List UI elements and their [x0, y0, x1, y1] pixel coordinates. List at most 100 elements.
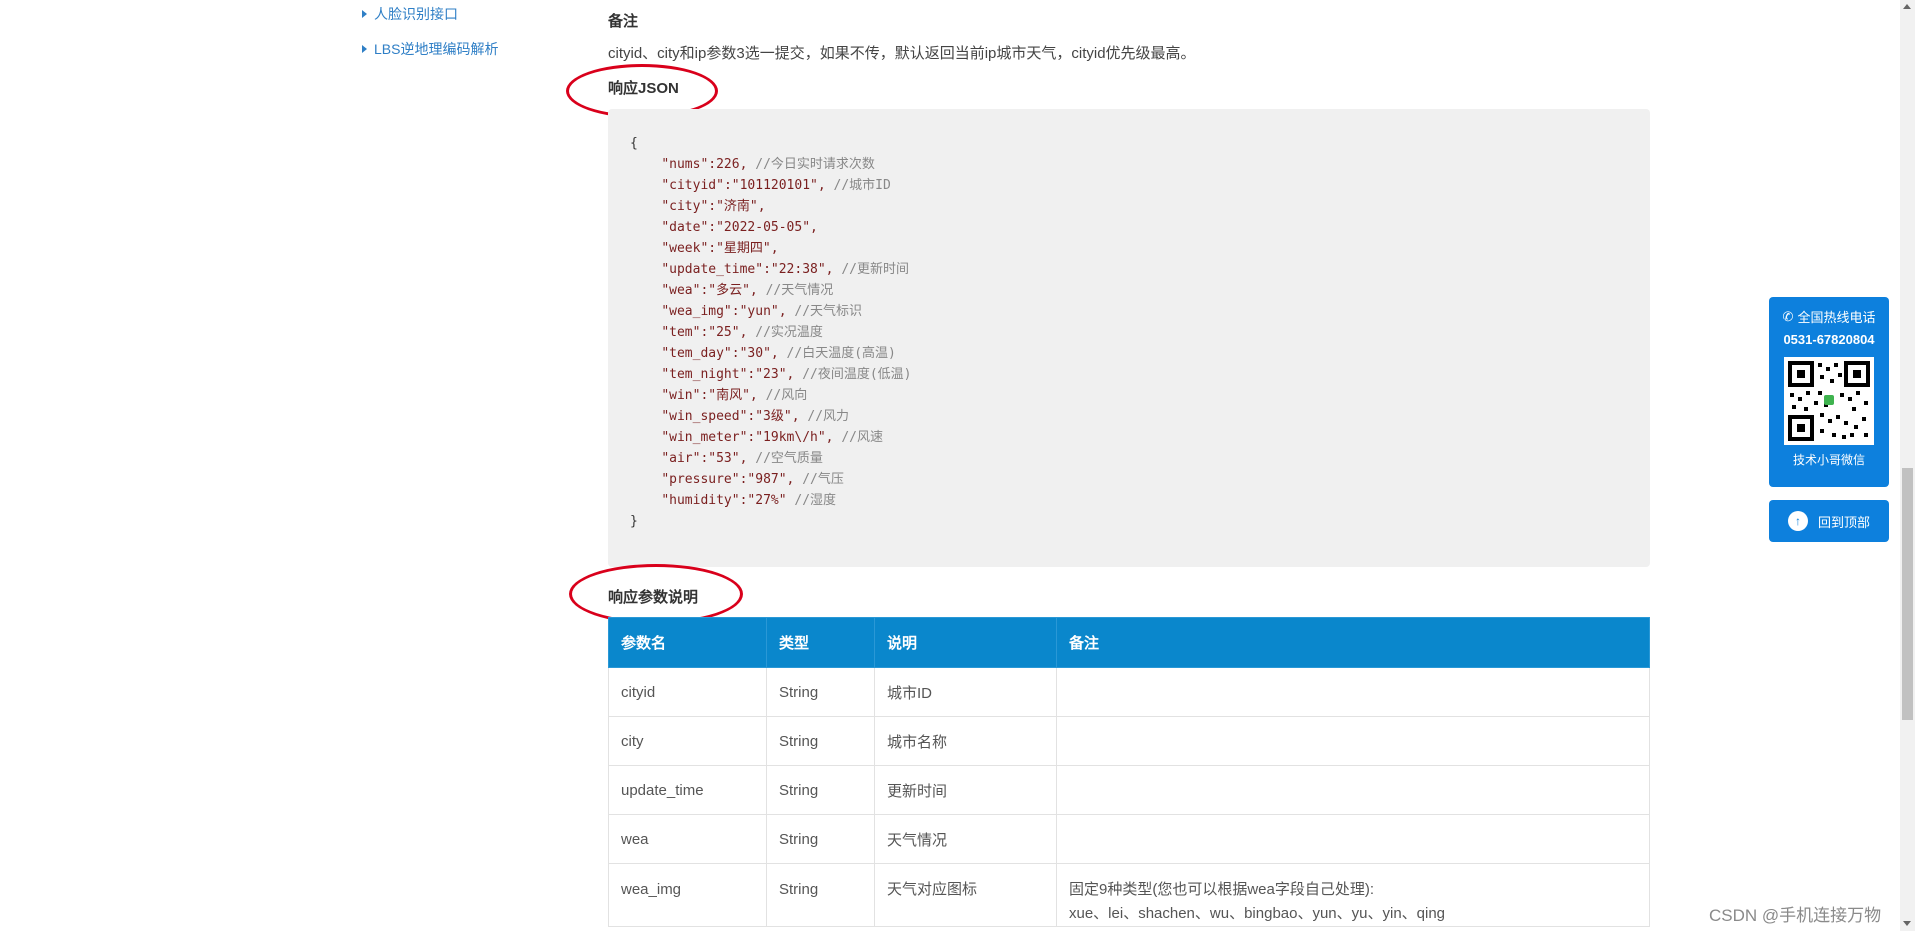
remark-text: cityid、city和ip参数3选一提交，如果不传，默认返回当前ip城市天气，… — [608, 45, 1196, 62]
table-row: wea_img String 天气对应图标 固定9种类型(您也可以根据wea字段自己处… — [608, 863, 1650, 927]
json-key: "tem_night" — [661, 367, 748, 382]
json-key: "air" — [661, 451, 701, 466]
json-line: "win_meter":"19km\/h", //风速 — [630, 430, 883, 445]
param-remark-cell — [1056, 814, 1650, 864]
json-value: :"星期四", — [708, 241, 779, 256]
caret-right-icon — [362, 10, 367, 18]
json-key: "win_speed" — [661, 409, 748, 424]
param-type-cell: String — [766, 863, 875, 927]
json-comment: //白天温度(高温) — [778, 346, 896, 361]
json-key: "tem_day" — [661, 346, 732, 361]
param-type-cell: String — [766, 716, 875, 766]
caret-right-icon — [362, 45, 367, 53]
param-remark-cell — [1056, 716, 1650, 766]
back-to-top-label: 回到顶部 — [1817, 514, 1870, 530]
scroll-down-arrow-icon[interactable] — [1903, 921, 1911, 926]
json-value: :"济南", — [708, 199, 766, 214]
col-header-name: 参数名 — [608, 617, 767, 668]
scrollbar-track[interactable] — [1900, 0, 1915, 931]
json-key: "city" — [661, 199, 709, 214]
json-line: "tem":"25", //实况温度 — [630, 325, 823, 340]
sidebar-item-face-recognition[interactable]: 人脸识别接口 — [362, 4, 458, 24]
json-comment: //夜间温度(低温) — [794, 367, 912, 382]
qr-caption: 技术小哥微信 — [1792, 453, 1865, 467]
json-line: "cityid":"101120101", //城市ID — [630, 178, 891, 193]
col-header-remark: 备注 — [1056, 617, 1650, 668]
table-row: cityid String 城市ID — [608, 667, 1650, 717]
json-line: "win_speed":"3级", //风力 — [630, 409, 849, 424]
json-value: :"987", — [739, 472, 795, 487]
json-comment: //气压 — [794, 472, 844, 487]
param-name-cell: wea — [608, 814, 767, 864]
json-key: "tem" — [661, 325, 701, 340]
json-comment: //湿度 — [786, 493, 837, 508]
param-desc-cell: 天气情况 — [874, 814, 1057, 864]
scroll-up-arrow-icon[interactable] — [1903, 4, 1911, 9]
arrow-up-icon: ↑ — [1787, 511, 1808, 531]
json-key: "cityid" — [661, 178, 724, 193]
remark-heading: 备注 — [608, 13, 639, 30]
json-value: :"25", — [700, 325, 748, 340]
sidebar-item-label: 人脸识别接口 — [374, 6, 458, 22]
scrollbar-thumb[interactable] — [1902, 468, 1913, 720]
json-key: "pressure" — [661, 472, 740, 487]
json-value: :"23", — [747, 367, 795, 382]
hotline-widget: ✆ 全国热线电话 0531-67820804 技术小哥微信 — [1769, 297, 1889, 487]
hotline-label: 全国热线电话 — [1797, 310, 1876, 325]
json-line: "tem_day":"30", //白天温度(高温) — [630, 346, 896, 361]
open-brace: { — [630, 136, 638, 151]
json-value: :"南风", — [700, 388, 758, 403]
param-remark-cell: 固定9种类型(您也可以根据wea字段自己处理): xue、lei、shachen… — [1056, 863, 1650, 927]
json-line: "date":"2022-05-05", — [630, 220, 818, 235]
json-value: :226, — [708, 157, 748, 172]
json-value: :"3级", — [747, 409, 800, 424]
response-json-title: 响应JSON — [608, 80, 679, 97]
json-value: :"19km\/h", — [747, 430, 834, 445]
param-remark-cell — [1056, 765, 1650, 815]
close-brace: } — [630, 514, 638, 529]
json-key: "win" — [661, 388, 701, 403]
phone-icon: ✆ — [1782, 308, 1794, 324]
json-code: { "nums":226, //今日实时请求次数 "cityid":"10112… — [630, 133, 912, 532]
param-desc-cell: 城市名称 — [874, 716, 1057, 766]
json-comment: //实况温度 — [747, 325, 823, 340]
json-value: :"101120101", — [723, 178, 826, 193]
json-line: "humidity":"27%" //湿度 — [630, 493, 836, 508]
sidebar-item-lbs-geocoding[interactable]: LBS逆地理编码解析 — [362, 39, 498, 59]
json-comment: //城市ID — [825, 178, 891, 193]
param-desc-cell: 更新时间 — [874, 765, 1057, 815]
json-comment: //今日实时请求次数 — [747, 157, 875, 172]
json-value: :"53", — [700, 451, 748, 466]
json-line: "nums":226, //今日实时请求次数 — [630, 157, 875, 172]
json-key: "humidity" — [661, 493, 740, 508]
json-comment: //风向 — [757, 388, 808, 403]
param-type-cell: String — [766, 765, 875, 815]
json-value: :"27%" — [739, 493, 787, 508]
json-line: "week":"星期四", — [630, 241, 779, 256]
param-type-cell: String — [766, 667, 875, 717]
qr-code-image — [1784, 357, 1874, 445]
json-key: "date" — [661, 220, 709, 235]
json-value: :"22:38", — [763, 262, 834, 277]
sidebar-item-label: LBS逆地理编码解析 — [374, 41, 499, 57]
json-comment: //风力 — [799, 409, 850, 424]
json-value: :"30", — [731, 346, 779, 361]
col-header-type: 类型 — [766, 617, 875, 668]
params-table: 参数名 类型 说明 备注 cityid String 城市ID city String 城… — [608, 617, 1650, 927]
param-desc-cell: 城市ID — [874, 667, 1057, 717]
json-value: :"yun", — [731, 304, 787, 319]
json-line: "wea":"多云", //天气情况 — [630, 283, 833, 298]
json-key: "win_meter" — [661, 430, 748, 445]
json-value: :"2022-05-05", — [708, 220, 818, 235]
col-header-desc: 说明 — [874, 617, 1057, 668]
json-comment: //空气质量 — [747, 451, 823, 466]
json-comment: //天气情况 — [757, 283, 834, 298]
response-params-title: 响应参数说明 — [608, 589, 699, 606]
json-value: :"多云", — [700, 283, 758, 298]
param-name-cell: wea_img — [608, 863, 767, 927]
json-line: "win":"南风", //风向 — [630, 388, 807, 403]
table-row: update_time String 更新时间 — [608, 765, 1650, 815]
json-line: "city":"济南", — [630, 199, 766, 214]
back-to-top-button[interactable]: ↑ 回到顶部 — [1769, 500, 1889, 542]
param-name-cell: city — [608, 716, 767, 766]
